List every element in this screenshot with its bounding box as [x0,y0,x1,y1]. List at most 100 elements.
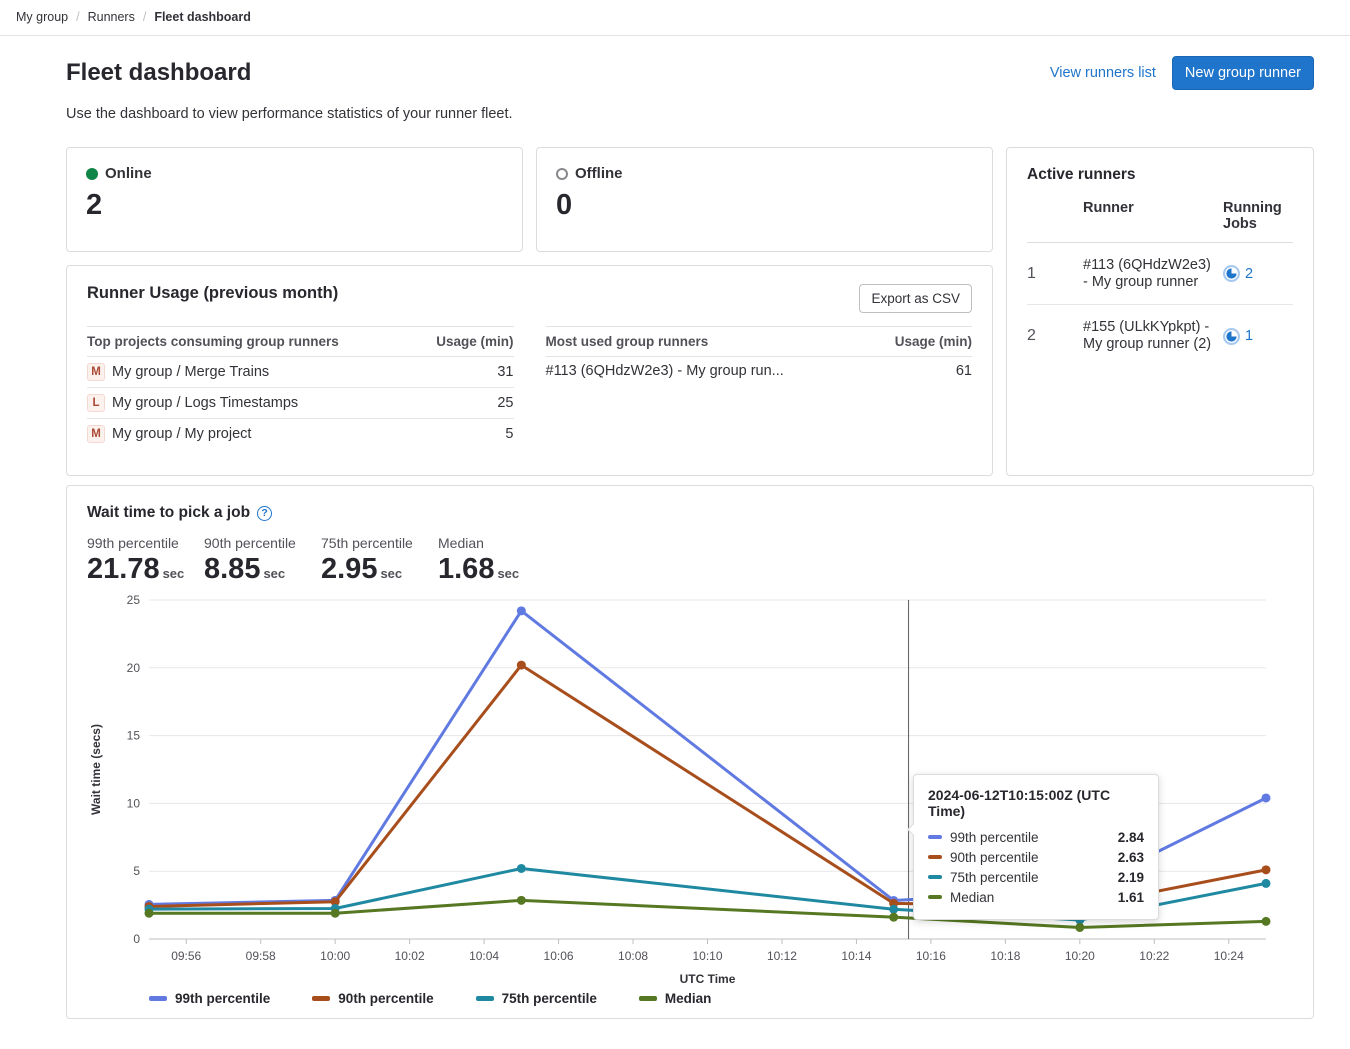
svg-text:10:16: 10:16 [916,949,946,963]
page-title: Fleet dashboard [66,59,251,87]
usage-value: 61 [956,363,972,379]
chart-tooltip: 2024-06-12T10:15:00Z (UTC Time) 99th per… [913,774,1159,920]
series-swatch-75th [928,875,942,879]
offline-label: Offline [575,165,623,182]
running-status-icon [1223,328,1240,345]
tooltip-value: 2.84 [1118,830,1144,845]
column-most-used-runners: Most used group runners [546,334,709,349]
svg-text:10:24: 10:24 [1214,949,1244,963]
view-runners-list-link[interactable]: View runners list [1050,65,1156,81]
series-swatch-99th [928,835,942,839]
usage-value: 25 [497,395,513,411]
running-jobs-count[interactable]: 1 [1245,328,1253,344]
online-card: Online 2 [66,147,523,252]
new-group-runner-button[interactable]: New group runner [1172,56,1314,90]
table-row: M My group / My project 5 [87,419,514,449]
offline-status-dot-icon [556,168,568,180]
top-projects-table: Top projects consuming group runners Usa… [87,326,514,449]
online-status-dot-icon [86,168,98,180]
breadcrumb: My group / Runners / Fleet dashboard [0,0,1350,36]
most-used-runners-table: Most used group runners Usage (min) #113… [546,326,973,449]
breadcrumb-runners[interactable]: Runners [88,10,135,24]
svg-text:UTC Time: UTC Time [680,972,736,986]
stat-median: Median 1.68sec [438,535,537,586]
svg-text:15: 15 [127,729,141,743]
wait-time-panel: Wait time to pick a job ? 99th percentil… [66,485,1314,1019]
active-runners-title: Active runners [1027,166,1293,184]
offline-count: 0 [556,189,973,222]
stat-value: 1.68 [438,553,494,585]
tooltip-value: 1.61 [1118,890,1144,905]
legend-item-75th[interactable]: 75th percentile [476,991,597,1006]
table-row: #113 (6QHdzW2e3) - My group run... 61 [546,357,973,385]
page-description: Use the dashboard to view performance st… [66,106,1314,122]
running-jobs-count[interactable]: 2 [1245,266,1253,282]
stat-90th-percentile: 90th percentile 8.85sec [204,535,303,586]
svg-text:0: 0 [133,932,140,946]
online-label: Online [105,165,152,182]
table-row: 2 #155 (ULkKYpkpt) - My group runner (2)… [1027,305,1293,366]
active-runners-table: Runner Running Jobs 1 #113 (6QHdzW2e3) -… [1027,200,1293,367]
runner-name: #155 (ULkKYpkpt) - My group runner (2) [1083,319,1223,352]
table-row: L My group / Logs Timestamps 25 [87,388,514,419]
wait-time-stats: 99th percentile 21.78sec 90th percentile… [87,535,1293,586]
chart-legend: 99th percentile 90th percentile 75th per… [149,991,1293,1006]
breadcrumb-my-group[interactable]: My group [16,10,68,24]
tooltip-value: 2.63 [1118,850,1144,865]
svg-text:10:08: 10:08 [618,949,648,963]
svg-text:20: 20 [127,661,141,675]
table-row: M My group / Merge Trains 31 [87,357,514,388]
svg-text:25: 25 [127,593,141,607]
svg-text:10:14: 10:14 [841,949,871,963]
active-runners-table-header: Runner Running Jobs [1027,200,1293,243]
svg-text:10:06: 10:06 [544,949,574,963]
series-swatch-median [928,895,942,899]
legend-swatch [639,996,657,1001]
stat-unit: sec [497,566,519,581]
page-content: Fleet dashboard View runners list New gr… [0,56,1350,1019]
legend-item-median[interactable]: Median [639,991,712,1006]
project-avatar: M [87,425,105,443]
project-avatar: M [87,363,105,381]
breadcrumb-separator: / [76,10,79,24]
stat-unit: sec [380,566,402,581]
project-name: My group / My project [112,426,251,442]
help-icon[interactable]: ? [257,506,272,521]
export-csv-button[interactable]: Export as CSV [859,284,972,313]
column-usage-min: Usage (min) [895,334,972,349]
project-name: My group / Merge Trains [112,364,269,380]
stat-value: 8.85 [204,553,260,585]
legend-item-99th[interactable]: 99th percentile [149,991,270,1006]
svg-text:10:20: 10:20 [1065,949,1095,963]
project-avatar: L [87,394,105,412]
legend-swatch [476,996,494,1001]
breadcrumb-separator: / [143,10,146,24]
svg-text:10:18: 10:18 [990,949,1020,963]
online-card-header: Online [86,165,503,182]
svg-text:10:02: 10:02 [395,949,425,963]
column-usage-min: Usage (min) [436,334,513,349]
stat-value: 21.78 [87,553,160,585]
legend-item-90th[interactable]: 90th percentile [312,991,433,1006]
legend-swatch [149,996,167,1001]
svg-text:09:58: 09:58 [246,949,276,963]
stat-75th-percentile: 75th percentile 2.95sec [321,535,420,586]
tooltip-value: 2.19 [1118,870,1144,885]
stat-value: 2.95 [321,553,377,585]
svg-text:10:22: 10:22 [1139,949,1169,963]
svg-text:10: 10 [127,796,141,810]
column-runner: Runner [1083,200,1223,232]
svg-text:10:00: 10:00 [320,949,350,963]
table-row: 1 #113 (6QHdzW2e3) - My group runner 2 [1027,243,1293,305]
runner-name: #113 (6QHdzW2e3) - My group run... [546,363,784,379]
online-count: 2 [86,189,503,222]
row-index: 1 [1027,265,1083,283]
usage-value: 31 [497,364,513,380]
runner-usage-panel: Runner Usage (previous month) Export as … [66,265,993,476]
project-name: My group / Logs Timestamps [112,395,298,411]
offline-card-header: Offline [556,165,973,182]
tooltip-title: 2024-06-12T10:15:00Z (UTC Time) [928,787,1144,819]
svg-text:10:10: 10:10 [692,949,722,963]
offline-card: Offline 0 [536,147,993,252]
active-runners-panel: Active runners Runner Running Jobs 1 #11… [1006,147,1314,476]
